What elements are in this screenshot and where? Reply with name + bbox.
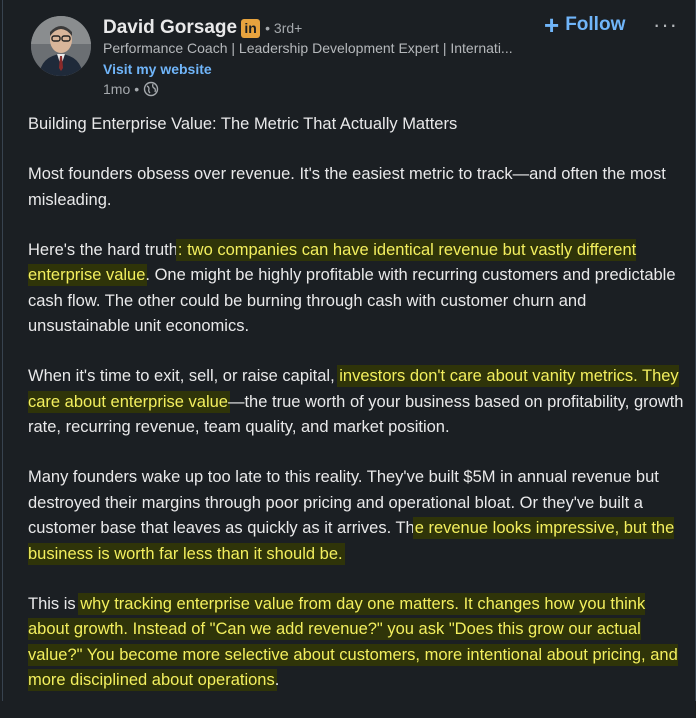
post-meta: 1mo • <box>103 81 159 97</box>
post-paragraph-3: When it's time to exit, sell, or raise c… <box>28 364 688 441</box>
follow-button[interactable]: + Follow <box>544 11 625 39</box>
follow-label: Follow <box>565 14 626 35</box>
text-segment: When it's time to exit, sell, or raise c… <box>28 367 340 385</box>
avatar[interactable] <box>31 16 91 76</box>
visit-website-link[interactable]: Visit my website <box>103 61 212 77</box>
author-name[interactable]: David Gorsage <box>103 17 237 39</box>
post-time: 1mo <box>103 81 131 97</box>
post-title: Building Enterprise Value: The Metric Th… <box>28 115 458 133</box>
connection-degree: • 3rd+ <box>265 20 303 36</box>
post-paragraph-2: Here's the hard truth: two companies can… <box>28 238 688 340</box>
text-segment: . <box>274 671 280 689</box>
post-paragraph-4: Many founders wake up too late to this r… <box>28 465 688 567</box>
connection-degree-label: 3rd+ <box>273 20 303 36</box>
linkedin-premium-icon: in <box>241 18 261 38</box>
text-segment: This is <box>28 594 81 613</box>
author-headline: Performance Coach | Leadership Developme… <box>103 40 513 56</box>
meta-separator: • <box>134 81 140 97</box>
post-paragraph-5: This is why tracking enterprise value fr… <box>28 592 688 694</box>
more-options-icon[interactable]: ··· <box>653 12 678 38</box>
post-body: Building Enterprise Value: The Metric Th… <box>28 112 688 718</box>
post-card: David Gorsage in • 3rd+ Performance Coac… <box>2 0 696 701</box>
text-segment: Here's the hard truth <box>28 240 178 259</box>
globe-icon <box>143 81 159 97</box>
post-paragraph-1: Most founders obsess over revenue. It's … <box>28 165 666 209</box>
plus-icon: + <box>544 10 560 40</box>
author-name-row: David Gorsage in • 3rd+ <box>103 14 302 42</box>
highlighted-text: why tracking enterprise value from day o… <box>28 594 678 689</box>
